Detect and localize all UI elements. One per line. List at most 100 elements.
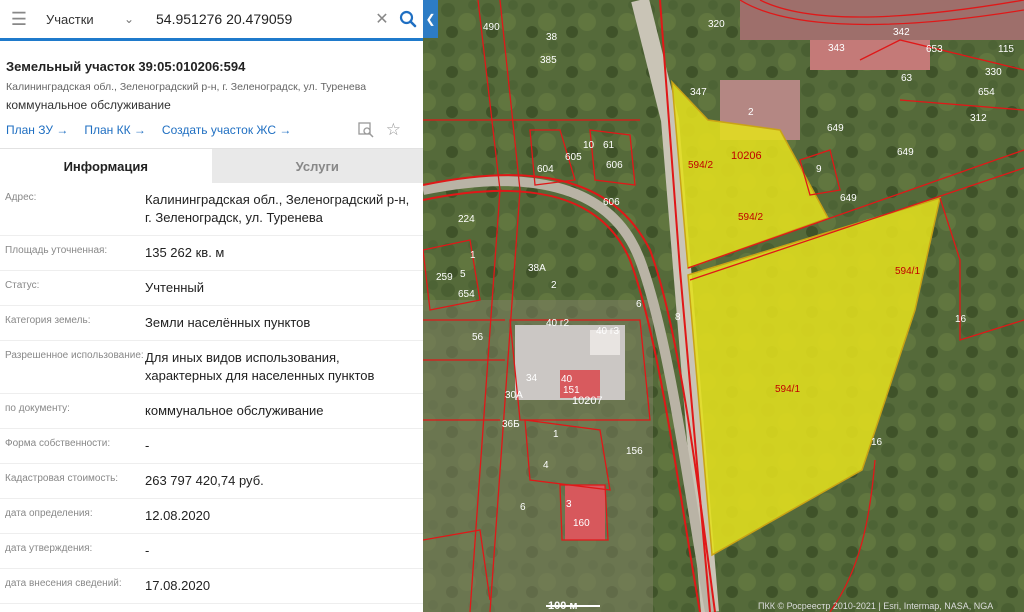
parcel-address: Калининградская обл., Зеленоградский р-н… [6, 81, 367, 93]
plot-number: 38А [528, 263, 546, 274]
chevron-down-icon: ⌄ [123, 12, 134, 26]
info-row-date-entered: дата внесения сведений: 17.08.2020 [0, 569, 423, 604]
search-type-select[interactable]: Участки ⌄ [38, 12, 144, 27]
parcel-label: 594/2 [738, 212, 763, 223]
plot-number: 61 [603, 140, 615, 151]
plot-number: 224 [458, 214, 475, 225]
zoom-to-icon[interactable] [358, 122, 374, 138]
plot-number: 654 [458, 289, 475, 300]
search-icon [399, 10, 417, 28]
plot-number: 343 [828, 43, 845, 54]
info-value: 12.08.2020 [145, 508, 211, 523]
info-label: дата внесения сведений: [5, 578, 122, 589]
plot-number: 40 г3 [596, 326, 620, 337]
plot-number: 653 [926, 44, 943, 55]
parcel-title: Земельный участок 39:05:010206:594 [6, 59, 246, 74]
plot-number: 320 [708, 19, 725, 30]
info-label: Статус: [5, 280, 40, 291]
info-label: Кадастровая стоимость: [5, 473, 119, 484]
chevron-left-icon: ❮ [425, 12, 436, 26]
info-row-date-determined: дата определения: 12.08.2020 [0, 499, 423, 534]
info-value: Учтенный [145, 280, 205, 295]
building-block [740, 0, 1024, 40]
info-value: - [145, 438, 150, 453]
menu-icon[interactable]: ☰ [0, 0, 38, 38]
search-bar: ☰ Участки ⌄ ✕ [0, 0, 423, 39]
plot-number: 16 [955, 314, 967, 325]
info-label: Площадь уточненная: [5, 245, 108, 256]
plot-number: 4 [543, 460, 549, 471]
plot-number: 115 [998, 44, 1014, 55]
info-row-cadastral-cost: Кадастровая стоимость: 263 797 420,74 руб… [0, 464, 423, 499]
map-scale: 100 м [548, 600, 578, 612]
plot-number: 605 [565, 152, 582, 163]
plan-kk-link[interactable]: План КК → [84, 123, 146, 137]
plot-number: 63 [901, 73, 913, 84]
plot-number: 56 [472, 332, 484, 343]
plot-number: 151 [563, 385, 580, 396]
tab-services[interactable]: Услуги [211, 149, 423, 183]
plot-number: 1 [553, 429, 559, 440]
plot-number: 2 [748, 107, 754, 118]
info-label: по документу: [5, 403, 70, 414]
plot-number: 6 [636, 299, 642, 310]
info-row-address: Адрес: Калининградская обл., Зеленоградск… [0, 183, 423, 236]
plot-number: 2 [551, 280, 557, 291]
plot-number: 490 [483, 22, 500, 33]
plot-number: 16 [871, 437, 883, 448]
info-value: 263 797 420,74 руб. [145, 473, 264, 488]
tab-information[interactable]: Информация [0, 149, 212, 183]
collapse-panel-button[interactable]: ❮ [423, 0, 438, 38]
plot-number: 1 [470, 250, 476, 261]
info-value: Калининградская обл., Зеленоградский р-н… [145, 192, 410, 225]
info-row-date-approved: дата утверждения: - [0, 534, 423, 569]
quarter-label: 10207 [572, 395, 603, 407]
info-row-permitted-use: Разрешенное использование: Для иных видов… [0, 341, 423, 394]
plot-number: 10 [583, 140, 595, 151]
info-label: дата определения: [5, 508, 93, 519]
plot-number: 342 [893, 27, 910, 38]
info-row-status: Статус: Учтенный [0, 271, 423, 306]
plot-number: 160 [573, 518, 590, 529]
info-row-ownership: Форма собственности: - [0, 429, 423, 464]
plot-number: 30А [505, 390, 523, 401]
info-value: Земли населённых пунктов [145, 315, 311, 330]
info-label: Адрес: [5, 192, 37, 203]
plot-number: 330 [985, 67, 1002, 78]
plot-number: 156 [626, 446, 643, 457]
plot-number: 36Б [502, 419, 520, 430]
plot-number: 9 [816, 164, 822, 175]
quarter-label: 10206 [731, 150, 762, 162]
plot-number: 649 [840, 193, 857, 204]
plot-number: 40 г2 [546, 318, 570, 329]
plot-number: 38 [546, 32, 558, 43]
parcel-use: коммунальное обслуживание [6, 98, 171, 112]
accent-line [0, 38, 423, 41]
info-label: Форма собственности: [5, 438, 111, 449]
plot-number: 604 [537, 164, 554, 175]
info-label: Категория земель: [5, 315, 91, 326]
info-value: Для иных видов использования, характерны… [145, 350, 375, 383]
plan-zu-link[interactable]: План ЗУ → [6, 123, 68, 137]
close-icon[interactable]: ✕ [371, 9, 393, 29]
plot-number: 606 [603, 197, 620, 208]
info-label: Разрешенное использование: [5, 350, 144, 361]
parcel-links: План ЗУ → План КК → Создать участок ЖС →… [6, 121, 417, 138]
star-icon[interactable]: ☆ [386, 121, 401, 138]
search-button[interactable] [393, 0, 423, 38]
plot-number: 8 [675, 312, 681, 323]
info-value: 135 262 кв. м [145, 245, 225, 260]
plot-number: 649 [827, 123, 844, 134]
info-label: дата утверждения: [5, 543, 93, 554]
search-input[interactable] [144, 4, 371, 34]
info-row-by-document: по документу: коммунальное обслуживание [0, 394, 423, 429]
map-attribution: ПКК © Росреестр 2010-2021 | Esri, Interm… [758, 601, 994, 611]
info-value: 17.08.2020 [145, 578, 211, 593]
plot-number: 347 [690, 87, 707, 98]
info-value: - [145, 543, 150, 558]
plot-number: 40 [561, 374, 573, 385]
parcel-header: Земельный участок 39:05:010206:594 Калин… [0, 39, 423, 138]
parcel-label: 594/1 [775, 384, 800, 395]
info-row-land-category: Категория земель: Земли населённых пункто… [0, 306, 423, 341]
create-parcel-link[interactable]: Создать участок ЖС → [162, 123, 291, 137]
